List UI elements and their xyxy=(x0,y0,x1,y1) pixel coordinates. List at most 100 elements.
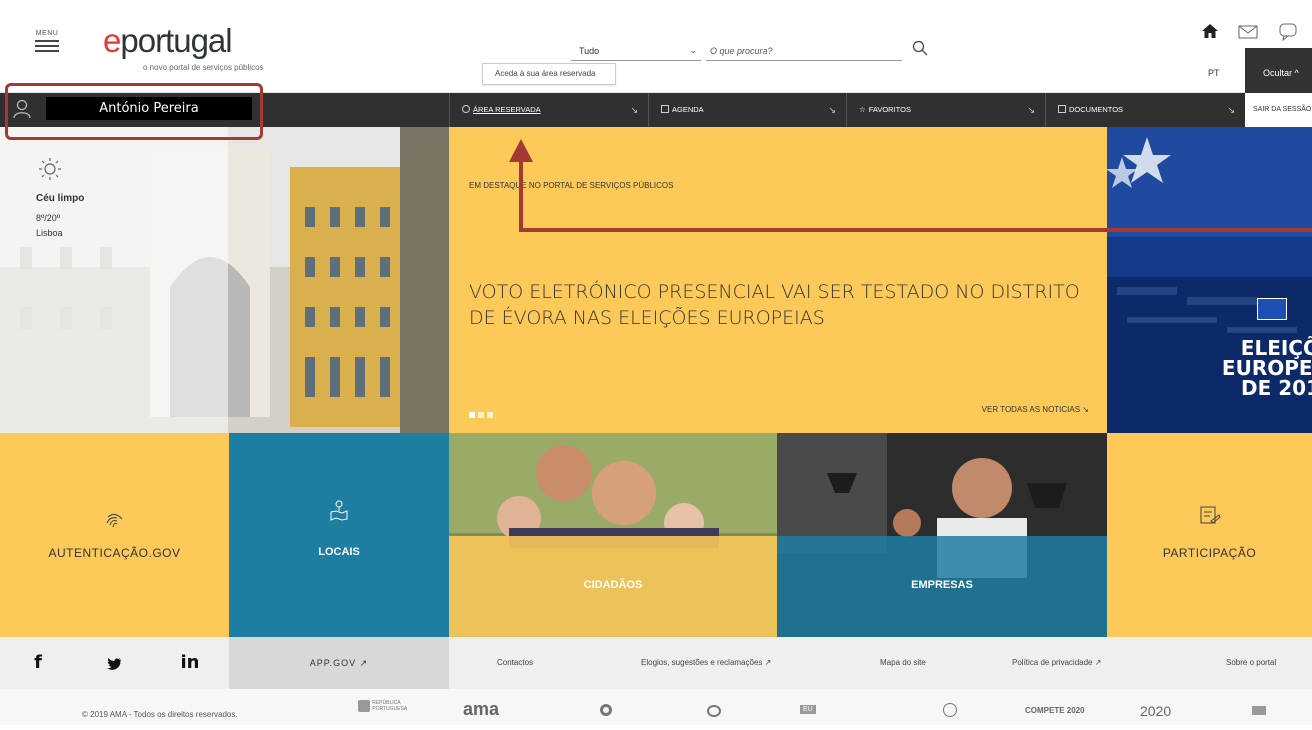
chat-icon[interactable] xyxy=(1278,22,1300,42)
logo-e: e xyxy=(103,22,121,59)
copyright: © 2019 AMA - Todos os direitos reservado… xyxy=(82,710,238,719)
tile-cidadaos[interactable]: Cidadãos xyxy=(449,433,777,637)
partner-logo-3[interactable] xyxy=(600,700,645,724)
star-icon: ☆ xyxy=(859,105,866,114)
tile-locais[interactable]: Locais xyxy=(229,433,449,637)
tile-participacao[interactable]: Participação xyxy=(1107,433,1312,637)
twitter-bird xyxy=(107,657,121,670)
euro-title-line: ELEIÇÕ xyxy=(1240,336,1312,360)
republica-portuguesa-logo[interactable]: REPÚBLICA PORTUGUESA xyxy=(358,700,428,724)
footer-partners-bar xyxy=(0,689,1312,725)
search-input[interactable]: O que procura? xyxy=(706,45,902,61)
portugal2020-logo[interactable]: 2020 xyxy=(1140,703,1171,727)
republica-emblem-icon xyxy=(358,700,370,712)
logo-rest: portugal xyxy=(120,22,232,59)
chevron-down-icon: ⌄ xyxy=(689,45,697,55)
hide-button[interactable]: Ocultar ^ xyxy=(1245,48,1312,93)
search-placeholder: O que procura? xyxy=(710,46,773,56)
partner-logo-icon xyxy=(600,704,612,716)
nav-label: Documentos xyxy=(1069,105,1124,114)
carousel-dots[interactable] xyxy=(469,405,496,423)
euro-title-line: DE 201 xyxy=(1241,376,1312,400)
all-news-link[interactable]: Ver todas as noticias ↘ xyxy=(982,405,1089,414)
weather-city: Lisboa xyxy=(36,228,63,238)
footer-link-sobre[interactable]: Sobre o portal xyxy=(1226,637,1276,689)
hamburger-icon-bar xyxy=(35,45,59,47)
app-gov-link[interactable]: APP.GOV ↗ xyxy=(229,637,449,689)
calendar-icon xyxy=(661,105,669,113)
arrow-down-right-icon: ↘ xyxy=(630,105,638,115)
nav-agenda[interactable]: Agenda ↘ xyxy=(648,93,846,127)
facebook-icon[interactable]: f xyxy=(0,637,76,689)
weather-overlay xyxy=(0,127,228,433)
flag-icon xyxy=(1252,706,1266,715)
participation-icon xyxy=(1200,506,1221,524)
nav-label: Agenda xyxy=(672,105,704,114)
ama-logo[interactable]: ama xyxy=(463,699,499,723)
sun-icon xyxy=(39,158,61,180)
menu-button[interactable]: MENU xyxy=(32,30,62,60)
area-reservada-tooltip: Aceda à sua área reservada xyxy=(482,63,616,85)
hamburger-icon xyxy=(35,40,59,42)
european-elections-title: ELEIÇÕ EUROPEI DE 201 xyxy=(1190,338,1312,398)
eu-badge: EU xyxy=(800,705,816,714)
document-icon xyxy=(1058,105,1066,113)
nav-label: Área reservada xyxy=(473,105,541,114)
carousel-dot[interactable] xyxy=(487,412,493,418)
logout-button[interactable]: SAIR DA SESSÃO xyxy=(1245,93,1312,127)
footer-link-elogios[interactable]: Elogios, sugestões e reclamações ↗ xyxy=(641,637,771,689)
highlight-box xyxy=(5,83,263,140)
carousel-dot[interactable] xyxy=(478,412,484,418)
eu-flag-icon xyxy=(1257,298,1287,320)
home-icon[interactable] xyxy=(1201,22,1219,40)
nav-documentos[interactable]: Documentos ↘ xyxy=(1045,93,1245,127)
weather-panel xyxy=(0,127,449,433)
gear-icon xyxy=(462,105,470,113)
map-pin-icon xyxy=(330,500,348,521)
arrow-down-right-icon: ↘ xyxy=(1027,105,1035,115)
nav-area-reservada[interactable]: Área reservada ↘ xyxy=(449,93,648,127)
euro-title-line: EUROPEI xyxy=(1221,356,1312,380)
featured-kicker: Em destaque no portal de serviços públic… xyxy=(469,181,674,190)
tile-label: Empresas xyxy=(911,579,973,591)
partner-logo-4[interactable] xyxy=(707,700,721,724)
weather-condition: Céu limpo xyxy=(36,193,85,204)
partner-name: REPÚBLICA PORTUGUESA xyxy=(372,700,408,712)
partner-logo-6[interactable] xyxy=(943,700,957,724)
speech-bubble-icon xyxy=(707,705,721,717)
search-icon[interactable] xyxy=(912,40,928,56)
tile-label: Participação xyxy=(1162,546,1257,560)
mail-icon[interactable] xyxy=(1238,24,1258,40)
footer-link-mapa[interactable]: Mapa do site xyxy=(880,637,926,689)
linkedin-icon[interactable]: in xyxy=(152,637,228,689)
footer-link-contactos[interactable]: Contactos xyxy=(497,637,533,689)
twitter-icon[interactable] xyxy=(76,637,152,689)
hamburger-icon-bar xyxy=(35,50,59,52)
fingerprint-icon xyxy=(106,513,122,528)
seal-icon xyxy=(943,703,957,717)
eportugal-logo[interactable]: eportugal o novo portal de serviços públ… xyxy=(103,24,264,73)
nav-label: Favoritos xyxy=(868,105,911,114)
tile-label: Locais xyxy=(318,546,360,558)
logo-tagline: o novo portal de serviços públicos xyxy=(143,63,264,72)
tile-empresas[interactable]: Empresas xyxy=(777,433,1107,637)
language-selector[interactable]: PT xyxy=(1208,68,1220,78)
arrow-down-right-icon: ↘ xyxy=(828,105,836,115)
footer-link-privacidade[interactable]: Política de privacidade ↗ xyxy=(1012,637,1101,689)
featured-headline[interactable]: VOTO ELETRÓNICO PRESENCIAL VAI SER TESTA… xyxy=(469,279,1089,331)
compete2020-logo[interactable]: COMPETE 2020 xyxy=(1025,706,1085,730)
arrow-down-right-icon: ↘ xyxy=(1227,105,1235,115)
partner-logo-9[interactable] xyxy=(1252,700,1302,724)
tile-label: Cidadãos xyxy=(583,579,643,591)
search-scope-value: Tudo xyxy=(579,46,600,56)
logo-wordmark: eportugal xyxy=(103,24,263,58)
eu-logo[interactable]: EU xyxy=(800,700,840,724)
nav-favoritos[interactable]: ☆ Favoritos ↘ xyxy=(846,93,1045,127)
carousel-dot[interactable] xyxy=(469,412,475,418)
tile-label: Autenticação.gov xyxy=(48,546,181,560)
weather-temperature: 8º/20º xyxy=(36,213,61,223)
search-scope-select[interactable]: Tudo ⌄ xyxy=(571,45,701,61)
tile-autenticacao[interactable]: Autenticação.gov xyxy=(0,433,229,637)
featured-news[interactable]: Em destaque no portal de serviços públic… xyxy=(449,127,1107,433)
menu-label: MENU xyxy=(35,30,59,37)
